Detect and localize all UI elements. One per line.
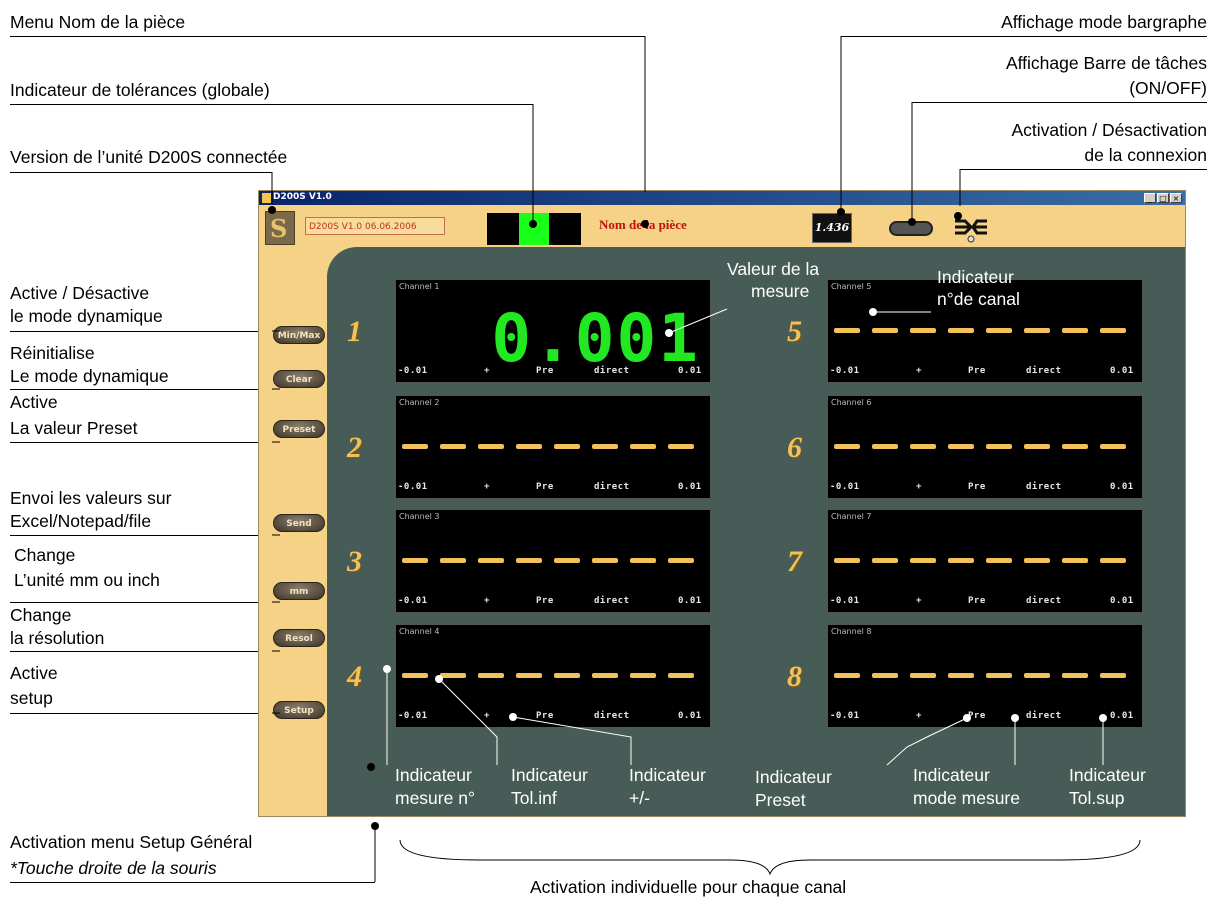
leader-lines (268, 36, 1141, 882)
